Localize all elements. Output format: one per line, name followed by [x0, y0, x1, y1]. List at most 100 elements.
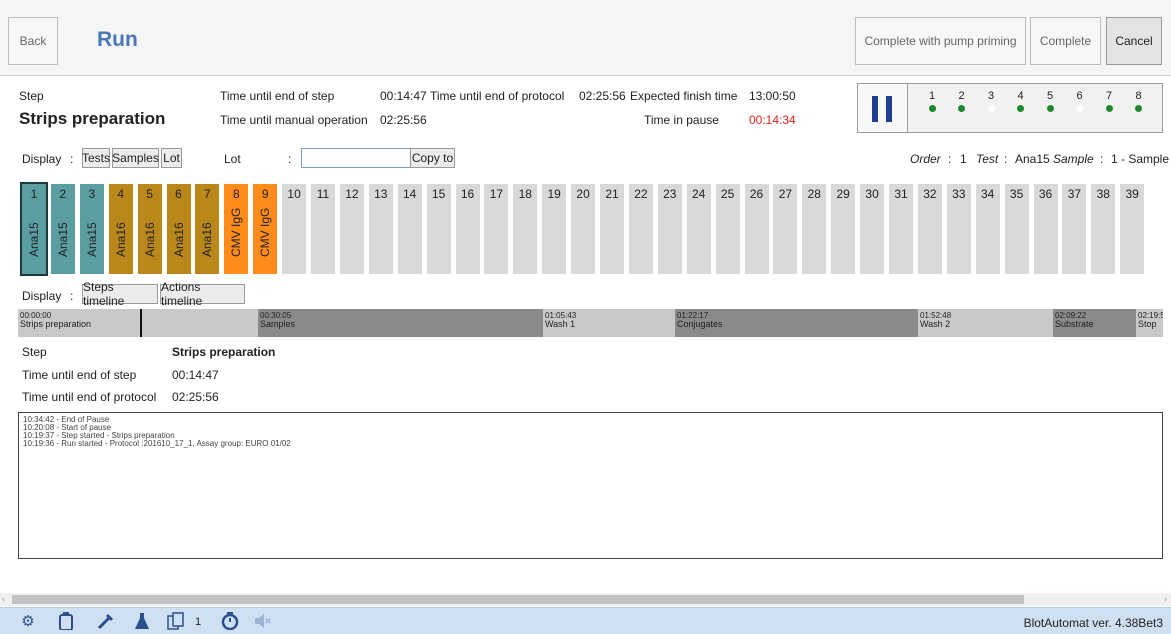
strip-slot[interactable]: 5 Ana16	[137, 184, 162, 274]
strip-slot[interactable]: 16	[455, 184, 480, 274]
actions-timeline-button[interactable]: Actions timeline	[160, 280, 245, 308]
lot-input[interactable]	[301, 148, 411, 168]
strip-test-name: Ana15	[84, 222, 99, 257]
copy-to-button[interactable]: Copy to	[410, 148, 455, 168]
strip-slot[interactable]: 20	[571, 184, 596, 274]
strip-slot[interactable]: 17	[484, 184, 509, 274]
complete-with-pump-priming-button[interactable]: Complete with pump priming	[855, 17, 1026, 65]
strip-number: 5	[146, 187, 153, 201]
strip-slot[interactable]: 31	[889, 184, 913, 274]
timer-icon[interactable]	[220, 612, 240, 632]
strip-number: 11	[316, 187, 330, 201]
tests-button[interactable]: Tests	[82, 148, 110, 168]
station-status-dot	[1135, 105, 1142, 112]
strip-slot[interactable]: 11	[311, 184, 335, 274]
cancel-button[interactable]: Cancel	[1106, 17, 1162, 65]
strip-slot[interactable]: 14	[397, 184, 422, 274]
order-value: 1	[960, 152, 967, 166]
strip-number: 3	[88, 187, 96, 201]
strip-slot[interactable]: 33	[946, 184, 971, 274]
timeline-step-name: Strips preparation	[20, 319, 92, 329]
status-bar: ⚙ 1 BlotAutomat ver. 4.38Bet3	[0, 607, 1171, 634]
strip-slot[interactable]: 32	[917, 184, 942, 274]
timeline-step[interactable]: 00:00:00 Strips preparation	[18, 309, 258, 337]
time-pause-value: 00:14:34	[749, 113, 796, 127]
strip-test-name: Ana15	[27, 222, 41, 257]
pause-icon	[872, 96, 878, 122]
strip-slot[interactable]: 34	[975, 184, 1000, 274]
station-number: 5	[1046, 90, 1054, 102]
samples-button[interactable]: Samples	[112, 148, 159, 168]
station-indicator: 8	[1133, 90, 1145, 112]
mute-icon[interactable]	[252, 612, 272, 632]
timeline-step[interactable]: 00:30:05 Samples	[258, 309, 543, 337]
strip-slot[interactable]: 4 Ana16	[108, 184, 133, 274]
lot-button[interactable]: Lot	[161, 148, 182, 168]
bottle-icon[interactable]	[56, 612, 76, 632]
strip-slot[interactable]: 25	[715, 184, 740, 274]
strip-slot[interactable]: 26	[744, 184, 769, 274]
strip-slot[interactable]: 24	[686, 184, 711, 274]
strip-slot[interactable]: 36	[1033, 184, 1058, 274]
strip-slot[interactable]: 6 Ana16	[166, 184, 191, 274]
strip-slot[interactable]: 18	[513, 184, 538, 274]
detail-end-step-label: Time until end of step	[22, 368, 137, 382]
timeline-step-name: Samples	[260, 319, 296, 329]
strip-slot[interactable]: 22	[628, 184, 653, 274]
display-colon: :	[70, 152, 74, 166]
display-timeline-colon: :	[70, 289, 74, 303]
strip-number: 23	[663, 187, 677, 201]
step-value: Strips preparation	[19, 109, 166, 128]
timeline-step[interactable]: 01:22:17 Conjugates	[675, 309, 918, 337]
strip-slot[interactable]: 2 Ana15	[50, 184, 75, 274]
strip-slot[interactable]: 27	[773, 184, 798, 274]
strip-test-name: Ana15	[55, 222, 70, 257]
steps-timeline-button[interactable]: Steps timeline	[82, 280, 158, 308]
strip-slot[interactable]: 3 Ana15	[79, 184, 104, 274]
strip-slot[interactable]: 37	[1062, 184, 1087, 274]
timeline-step[interactable]: 02:09:22 Substrate	[1053, 309, 1136, 337]
strip-slot[interactable]: 19	[542, 184, 567, 274]
strip-number: 28	[807, 187, 821, 201]
time-end-protocol-value: 02:25:56	[579, 89, 626, 103]
complete-button[interactable]: Complete	[1030, 17, 1101, 65]
scroll-left-icon[interactable]: ‹	[2, 594, 5, 604]
strip-slot[interactable]: 29	[831, 184, 856, 274]
strip-slot[interactable]: 21	[600, 184, 624, 274]
strip-slot[interactable]: 15	[426, 184, 451, 274]
strip-slot[interactable]: 10	[282, 184, 307, 274]
lot-colon: :	[288, 152, 292, 166]
strip-slot[interactable]: 28	[802, 184, 827, 274]
strip-slot[interactable]: 13	[368, 184, 393, 274]
timeline-step[interactable]: 02:19:5 Stop	[1136, 309, 1163, 337]
strip-slot[interactable]: 38	[1091, 184, 1116, 274]
scrollbar-thumb[interactable]	[12, 595, 1024, 604]
strip-slot[interactable]: 39	[1120, 184, 1145, 274]
flask-icon[interactable]	[132, 612, 152, 632]
test-value: Ana15	[1015, 152, 1050, 166]
strip-slot[interactable]: 12	[339, 184, 364, 274]
strip-slot[interactable]: 23	[657, 184, 682, 274]
pipette-icon[interactable]	[96, 612, 116, 632]
event-log[interactable]: 10:34:42 - End of Pause 10:20:08 - Start…	[18, 412, 1163, 559]
timeline-step[interactable]: 01:52:48 Wash 2	[918, 309, 1053, 337]
back-button[interactable]: Back	[8, 17, 58, 65]
horizontal-scrollbar[interactable]: ‹ ›	[0, 593, 1171, 606]
strip-slot[interactable]: 1 Ana15	[20, 182, 48, 276]
scroll-right-icon[interactable]: ›	[1164, 594, 1167, 604]
strip-slot[interactable]: 30	[860, 184, 885, 274]
strip-number: 32	[923, 187, 937, 201]
pause-button[interactable]	[858, 84, 908, 132]
expected-finish-label: Expected finish time	[630, 89, 738, 103]
gear-icon[interactable]: ⚙	[18, 612, 38, 632]
strip-slot[interactable]: 35	[1004, 184, 1029, 274]
timeline-step[interactable]: 01:05:43 Wash 1	[543, 309, 675, 337]
copy-count: 1	[195, 616, 202, 628]
strip-number: 2	[59, 187, 67, 201]
strip-slot[interactable]: 8 CMV IgG	[224, 184, 249, 274]
station-number: 4	[1017, 90, 1024, 102]
copy-pages-icon[interactable]	[166, 612, 186, 632]
strip-slot[interactable]: 9 CMV IgG	[253, 184, 278, 274]
sample-label: Sample	[1053, 152, 1094, 166]
strip-slot[interactable]: 7 Ana16	[195, 184, 220, 274]
